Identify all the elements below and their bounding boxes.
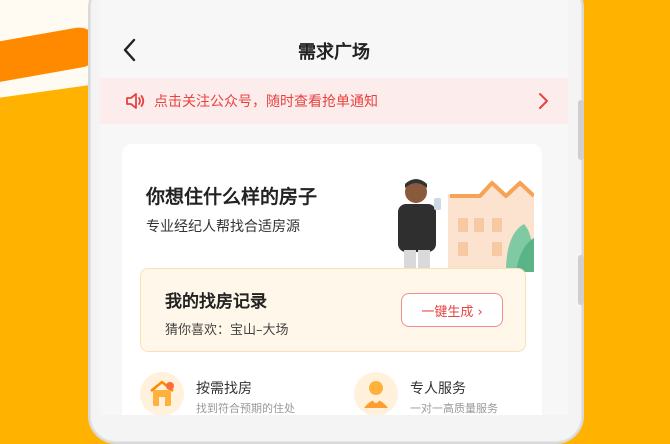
hero-subtitle: 专业经纪人帮找合适房源 xyxy=(146,219,300,235)
feature-desc: 一对一高质量服务 xyxy=(410,402,498,415)
chevron-right-icon xyxy=(539,93,548,109)
feature-title: 按需找房 xyxy=(196,381,252,397)
recommendation-text: 猜你喜欢：宝山–大场 xyxy=(165,323,289,338)
app-screen: 需求广场 点击关注公众号，随时查看抢单通知 你想住什么样的房子 专业经纪人帮找合… xyxy=(100,0,568,415)
record-title: 我的找房记录 xyxy=(165,292,267,312)
follow-notice-banner[interactable]: 点击关注公众号，随时查看抢单通知 xyxy=(100,78,568,124)
hero-title: 你想住什么样的房子 xyxy=(146,186,318,208)
one-click-generate-button[interactable]: 一键生成 › xyxy=(401,293,503,327)
notice-text: 点击关注公众号，随时查看抢单通知 xyxy=(154,94,378,110)
agent-house-illustration xyxy=(398,179,534,272)
search-record-panel: 我的找房记录 猜你喜欢：宝山–大场 一键生成 › xyxy=(140,268,526,352)
demand-card: 你想住什么样的房子 专业经纪人帮找合适房源 我的找房记录 猜你喜欢：宝山–大场 … xyxy=(122,144,542,415)
feature-desc: 找到符合预期的住处 xyxy=(196,402,295,415)
nav-bar: 需求广场 xyxy=(100,28,568,72)
phone-side-button xyxy=(578,255,584,305)
page-title: 需求广场 xyxy=(298,42,370,63)
phone-side-button xyxy=(578,100,584,160)
feature-title: 专人服务 xyxy=(410,381,466,397)
speaker-icon xyxy=(126,93,145,109)
agent-icon xyxy=(354,372,398,415)
house-icon xyxy=(140,372,184,415)
